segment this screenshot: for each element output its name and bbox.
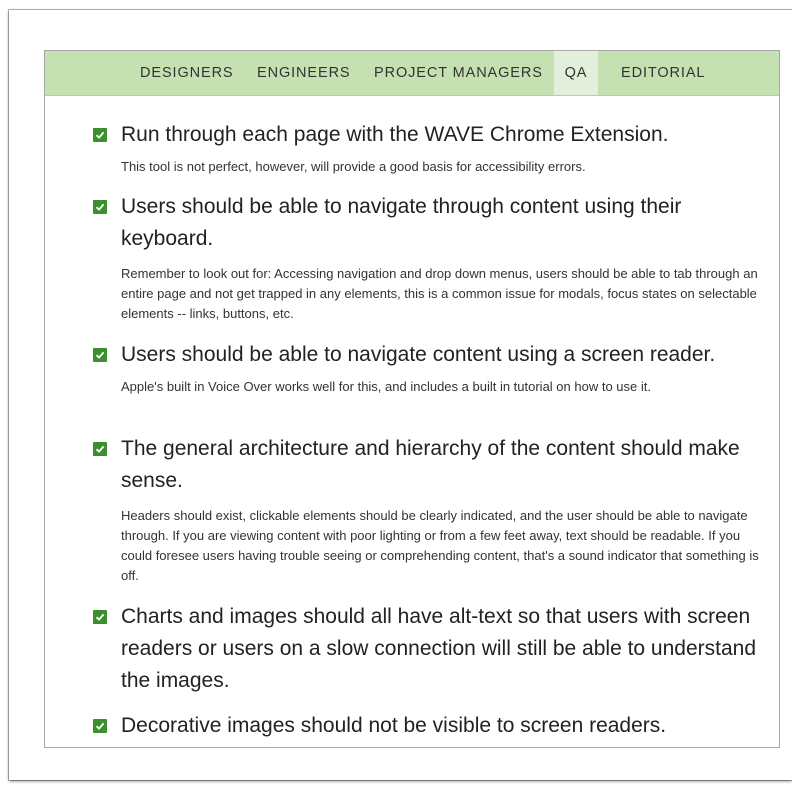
tab-engineers[interactable]: ENGINEERS [257, 51, 351, 95]
checklist-item-description: Remember to look out for: Accessing navi… [121, 266, 758, 321]
role-tabs: DESIGNERS ENGINEERS PROJECT MANAGERS QA … [45, 51, 779, 96]
checklist-item-description: Headers should exist, clickable elements… [121, 508, 759, 583]
checkbox-checked-icon[interactable] [93, 442, 107, 456]
tab-designers[interactable]: DESIGNERS [140, 51, 234, 95]
checklist-panel: DESIGNERS ENGINEERS PROJECT MANAGERS QA … [44, 50, 780, 748]
checkbox-checked-icon[interactable] [93, 348, 107, 362]
checklist-item-title: Run through each page with the WAVE Chro… [121, 123, 669, 146]
checklist-item-title: Users should be able to navigate through… [121, 195, 682, 250]
checklist-item-title: Users should be able to navigate content… [121, 343, 716, 366]
checkbox-checked-icon[interactable] [93, 200, 107, 214]
checklist-item-description: This tool is not perfect, however, will … [121, 159, 586, 174]
checklist-item-title: Charts and images should all have alt-te… [121, 605, 757, 692]
tab-project-managers[interactable]: PROJECT MANAGERS [374, 51, 543, 95]
checkbox-checked-icon[interactable] [93, 610, 107, 624]
checklist-item-title: Decorative images should not be visible … [121, 714, 667, 737]
checklist-item-title: The general architecture and hierarchy o… [121, 437, 740, 492]
checkbox-checked-icon[interactable] [93, 719, 107, 733]
tab-qa[interactable]: QA [554, 51, 598, 95]
page-frame: DESIGNERS ENGINEERS PROJECT MANAGERS QA … [9, 10, 792, 780]
checkbox-checked-icon[interactable] [93, 128, 107, 142]
checklist-item-description: Apple's built in Voice Over works well f… [121, 379, 651, 394]
tab-editorial[interactable]: EDITORIAL [621, 51, 705, 95]
